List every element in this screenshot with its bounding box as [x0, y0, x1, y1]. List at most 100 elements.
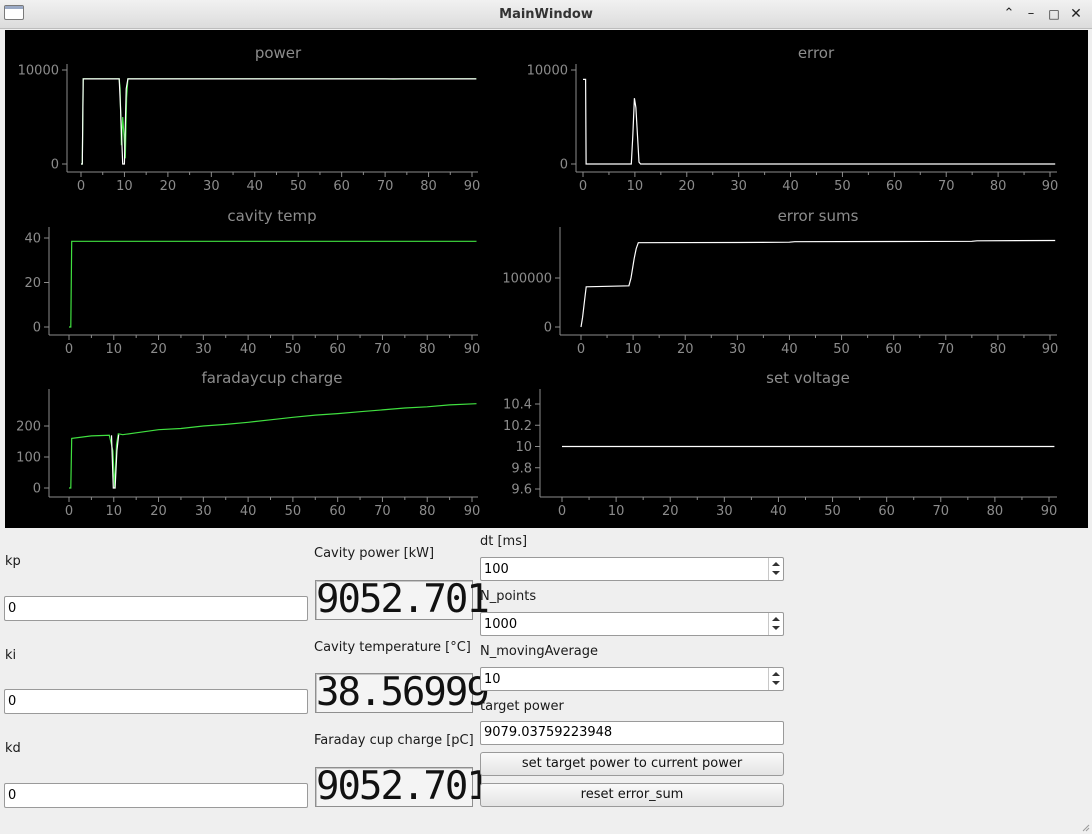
x-tick-label: 0 — [579, 179, 587, 194]
x-tick-label: 50 — [285, 342, 302, 357]
x-tick-label: 80 — [990, 179, 1007, 194]
x-tick-label: 30 — [729, 342, 746, 357]
x-tick-label: 90 — [1041, 504, 1058, 519]
series-line-1 — [110, 434, 120, 489]
n-points-spinbox[interactable]: 1000 — [480, 612, 784, 636]
step-down-icon[interactable] — [772, 626, 780, 630]
title-bar: MainWindow ⌃ – □ ✕ — [0, 0, 1092, 29]
step-down-icon[interactable] — [772, 681, 780, 685]
x-tick-label: 50 — [834, 179, 851, 194]
series-line-0 — [583, 78, 1056, 165]
dt-label: dt [ms] — [480, 534, 528, 549]
plot-title: error — [798, 44, 835, 62]
x-tick-label: 90 — [1042, 179, 1059, 194]
x-tick-label: 40 — [782, 179, 799, 194]
x-tick-label: 90 — [1042, 342, 1059, 357]
x-tick-label: 30 — [195, 342, 212, 357]
x-tick-label: 40 — [240, 342, 257, 357]
x-tick-label: 70 — [374, 342, 391, 357]
x-tick-label: 70 — [933, 504, 950, 519]
dt-stepper[interactable] — [768, 558, 783, 580]
x-tick-label: 70 — [938, 179, 955, 194]
maximize-icon[interactable]: □ — [1045, 5, 1063, 23]
plot-title: power — [255, 44, 302, 62]
x-tick-label: 60 — [885, 342, 902, 357]
y-tick-label: 0 — [51, 158, 59, 173]
x-tick-label: 0 — [577, 342, 585, 357]
target-power-input[interactable]: 9079.03759223948 — [480, 721, 784, 745]
x-tick-label: 30 — [730, 179, 747, 194]
cavity-power-label: Cavity power [kW] — [314, 546, 435, 561]
step-up-icon[interactable] — [772, 672, 780, 676]
x-tick-label: 80 — [420, 179, 437, 194]
x-tick-label: 80 — [419, 342, 436, 357]
x-tick-label: 40 — [781, 342, 798, 357]
kd-input[interactable]: 0 — [4, 783, 308, 808]
y-tick-label: 100 — [16, 451, 41, 466]
kp-label: kp — [5, 554, 21, 569]
minimize-icon[interactable]: – — [1022, 5, 1040, 23]
series-line-0 — [69, 240, 477, 328]
series-line-0 — [580, 239, 1056, 328]
x-tick-label: 20 — [150, 342, 167, 357]
x-tick-label: 60 — [333, 179, 350, 194]
dt-spinbox[interactable]: 100 — [480, 557, 784, 581]
y-tick-label: 9.6 — [511, 483, 532, 498]
x-tick-label: 10 — [608, 504, 625, 519]
x-tick-label: 10 — [106, 504, 123, 519]
chevron-up-icon[interactable]: ⌃ — [1000, 5, 1018, 23]
kp-input[interactable]: 0 — [4, 596, 308, 621]
x-tick-label: 80 — [987, 504, 1004, 519]
y-tick-label: 40 — [24, 232, 41, 247]
x-tick-label: 0 — [65, 342, 73, 357]
kd-label: kd — [5, 741, 21, 756]
n-moving-average-stepper[interactable] — [768, 668, 783, 690]
y-tick-label: 0 — [33, 482, 41, 497]
series-line-0 — [81, 78, 477, 165]
cavity-power-display: 9052.701 — [315, 577, 490, 622]
n-points-value: 1000 — [484, 617, 518, 632]
y-tick-label: 10.4 — [503, 398, 532, 413]
ki-input[interactable]: 0 — [4, 689, 308, 714]
x-tick-label: 20 — [150, 504, 167, 519]
x-tick-label: 40 — [240, 504, 257, 519]
plot-title: error sums — [778, 207, 859, 225]
x-tick-label: 60 — [878, 504, 895, 519]
x-tick-label: 10 — [116, 179, 133, 194]
x-tick-label: 50 — [285, 504, 302, 519]
faraday-charge-label: Faraday cup charge [pC] — [314, 733, 474, 748]
close-icon[interactable]: ✕ — [1067, 5, 1085, 23]
x-tick-label: 0 — [65, 504, 73, 519]
x-tick-label: 70 — [374, 504, 391, 519]
plot-title: cavity temp — [227, 207, 316, 225]
series-line-0 — [69, 403, 477, 489]
x-tick-label: 20 — [679, 179, 696, 194]
reset-error-sum-button[interactable]: reset error_sum — [480, 783, 784, 807]
x-tick-label: 10 — [627, 179, 644, 194]
x-tick-label: 20 — [160, 179, 177, 194]
step-up-icon[interactable] — [772, 617, 780, 621]
step-up-icon[interactable] — [772, 562, 780, 566]
x-tick-label: 0 — [77, 179, 85, 194]
y-tick-label: 10 — [515, 440, 532, 455]
resize-grip-icon[interactable] — [1080, 822, 1090, 832]
x-tick-label: 90 — [464, 342, 481, 357]
y-tick-label: 10.2 — [503, 419, 532, 434]
y-tick-label: 10000 — [18, 64, 59, 79]
plots-canvas[interactable]: power0 10 20 30 40 50 60 70 80 90010000error0 10 20… — [5, 30, 1088, 528]
x-tick-label: 80 — [990, 342, 1007, 357]
target-power-label: target power — [480, 699, 564, 714]
x-tick-label: 50 — [833, 342, 850, 357]
step-down-icon[interactable] — [772, 571, 780, 575]
n-moving-average-spinbox[interactable]: 10 — [480, 667, 784, 691]
x-tick-label: 90 — [464, 504, 481, 519]
ki-label: ki — [5, 648, 17, 663]
plot-title: faradaycup charge — [201, 369, 342, 387]
plot-area[interactable]: power 0 10 20 30 40 50 60 70 80 90 0 10000 error 0 10 20… — [5, 30, 1088, 528]
faraday-charge-display: 9052.701 — [315, 764, 490, 809]
n-points-stepper[interactable] — [768, 613, 783, 635]
window-title: MainWindow — [499, 7, 593, 22]
x-tick-label: 40 — [770, 504, 787, 519]
set-target-power-button[interactable]: set target power to current power — [480, 752, 784, 776]
y-tick-label: 0 — [560, 158, 568, 173]
